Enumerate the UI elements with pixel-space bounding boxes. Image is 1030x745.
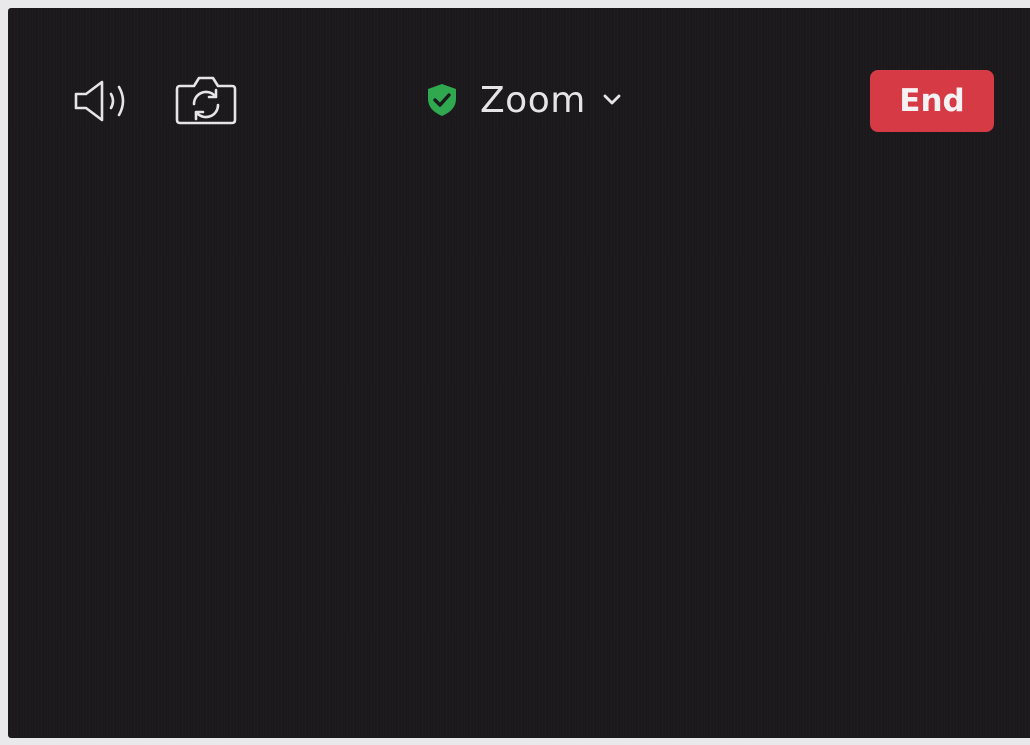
chevron-down-icon <box>603 94 621 105</box>
meeting-screen: Zoom End <box>8 8 1030 738</box>
meeting-top-bar: Zoom End <box>8 8 1030 198</box>
meeting-title-menu[interactable]: Zoom <box>424 76 622 124</box>
video-area <box>8 198 1030 738</box>
switch-camera-button[interactable] <box>171 71 241 129</box>
shield-check-icon <box>428 84 456 116</box>
speaker-button[interactable] <box>70 74 136 128</box>
end-meeting-button[interactable]: End <box>870 70 994 132</box>
switch-camera-icon <box>175 76 237 125</box>
speaker-icon <box>74 80 125 122</box>
meeting-title: Zoom <box>480 79 586 121</box>
